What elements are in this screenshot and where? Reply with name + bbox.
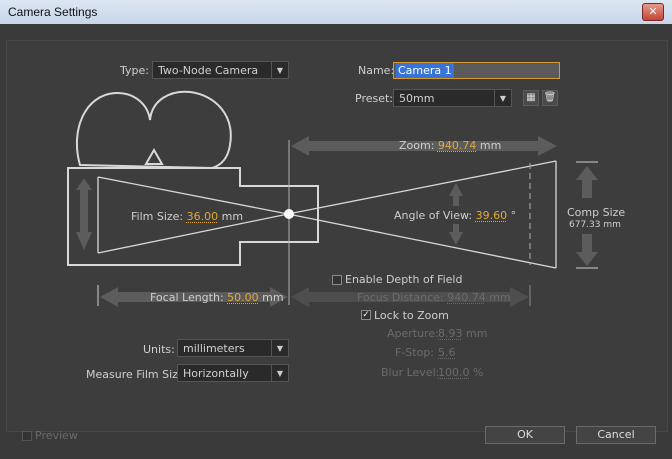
chevron-down-icon: ▼ bbox=[271, 62, 288, 78]
name-input[interactable]: Camera 1 bbox=[393, 62, 560, 79]
name-value: Camera 1 bbox=[396, 63, 454, 78]
fstop-label: F-Stop: bbox=[395, 346, 435, 359]
depth-of-field-checkbox[interactable] bbox=[332, 275, 342, 285]
blur-level-unit: % bbox=[473, 366, 484, 379]
angle-of-view-label: Angle of View: bbox=[394, 209, 473, 222]
angle-of-view-readout: Angle of View: 39.60 ° bbox=[394, 209, 516, 222]
trash-icon[interactable]: 🗑 bbox=[542, 90, 558, 106]
type-value: Two-Node Camera bbox=[158, 64, 259, 77]
fstop-readout: 5.6 bbox=[438, 346, 456, 359]
blur-level-label: Blur Level: bbox=[381, 366, 440, 379]
fstop-value: 5.6 bbox=[438, 346, 456, 359]
focus-distance-unit: mm bbox=[489, 291, 511, 304]
focus-distance-label: Focus Distance: bbox=[357, 291, 444, 304]
preview-checkbox[interactable] bbox=[22, 431, 32, 441]
focus-distance-readout: Focus Distance: 940.74 mm bbox=[357, 291, 511, 304]
preset-value: 50mm bbox=[399, 92, 435, 105]
focus-distance-value: 940.74 bbox=[447, 291, 486, 304]
aperture-label: Aperture: bbox=[387, 327, 439, 340]
focal-length-value[interactable]: 50.00 bbox=[227, 291, 259, 304]
lock-to-zoom-checkbox[interactable]: ✓ bbox=[361, 310, 371, 320]
camera-reels bbox=[75, 90, 232, 170]
cancel-button[interactable]: Cancel bbox=[576, 426, 656, 444]
lock-to-zoom-label: Lock to Zoom bbox=[374, 309, 449, 322]
measure-film-size-dropdown[interactable]: Horizontally ▼ bbox=[177, 364, 289, 382]
film-size-label: Film Size: bbox=[131, 210, 184, 223]
chevron-down-icon: ▼ bbox=[494, 90, 511, 106]
comp-size-value: 677.33 mm bbox=[569, 220, 621, 230]
comp-size-label: Comp Size bbox=[567, 206, 626, 219]
focal-length-label: Focal Length: bbox=[150, 291, 224, 304]
zoom-readout: Zoom: 940.74 mm bbox=[399, 139, 501, 152]
save-preset-icon[interactable]: ▦ bbox=[523, 90, 539, 106]
focal-length-unit: mm bbox=[262, 291, 284, 304]
type-dropdown[interactable]: Two-Node Camera ▼ bbox=[152, 61, 289, 79]
depth-of-field-label: Enable Depth of Field bbox=[345, 273, 463, 286]
angle-of-view-unit: ° bbox=[510, 209, 517, 222]
chevron-down-icon: ▼ bbox=[271, 365, 288, 381]
chevron-down-icon: ▼ bbox=[271, 340, 288, 356]
name-label: Name: bbox=[358, 64, 395, 77]
units-label: Units: bbox=[143, 343, 175, 356]
blur-level-readout: 100.0 % bbox=[438, 366, 483, 379]
zoom-label: Zoom: bbox=[399, 139, 435, 152]
preview-label: Preview bbox=[35, 429, 78, 442]
aperture-value: 8.93 bbox=[438, 327, 463, 340]
aperture-unit: mm bbox=[466, 327, 488, 340]
measure-film-size-label: Measure Film Size: bbox=[86, 368, 189, 381]
aperture-readout: 8.93 mm bbox=[438, 327, 487, 340]
film-size-value[interactable]: 36.00 bbox=[187, 210, 219, 223]
zoom-value[interactable]: 940.74 bbox=[438, 139, 477, 152]
preset-label: Preset: bbox=[355, 92, 394, 105]
film-size-readout: Film Size: 36.00 mm bbox=[131, 210, 243, 223]
angle-of-view-value[interactable]: 39.60 bbox=[476, 209, 508, 222]
measure-film-size-value: Horizontally bbox=[183, 367, 249, 380]
focal-length-readout: Focal Length: 50.00 mm bbox=[150, 291, 284, 304]
lens-node bbox=[284, 209, 294, 219]
camera-triangle bbox=[144, 147, 164, 165]
type-label: Type: bbox=[120, 64, 149, 77]
preset-dropdown[interactable]: 50mm ▼ bbox=[393, 89, 512, 107]
units-value: millimeters bbox=[183, 342, 245, 355]
units-dropdown[interactable]: millimeters ▼ bbox=[177, 339, 289, 357]
film-size-arrow bbox=[76, 178, 92, 250]
film-size-unit: mm bbox=[221, 210, 244, 223]
blur-level-value: 100.0 bbox=[438, 366, 470, 379]
zoom-unit: mm bbox=[479, 139, 502, 152]
ok-button[interactable]: OK bbox=[485, 426, 565, 444]
